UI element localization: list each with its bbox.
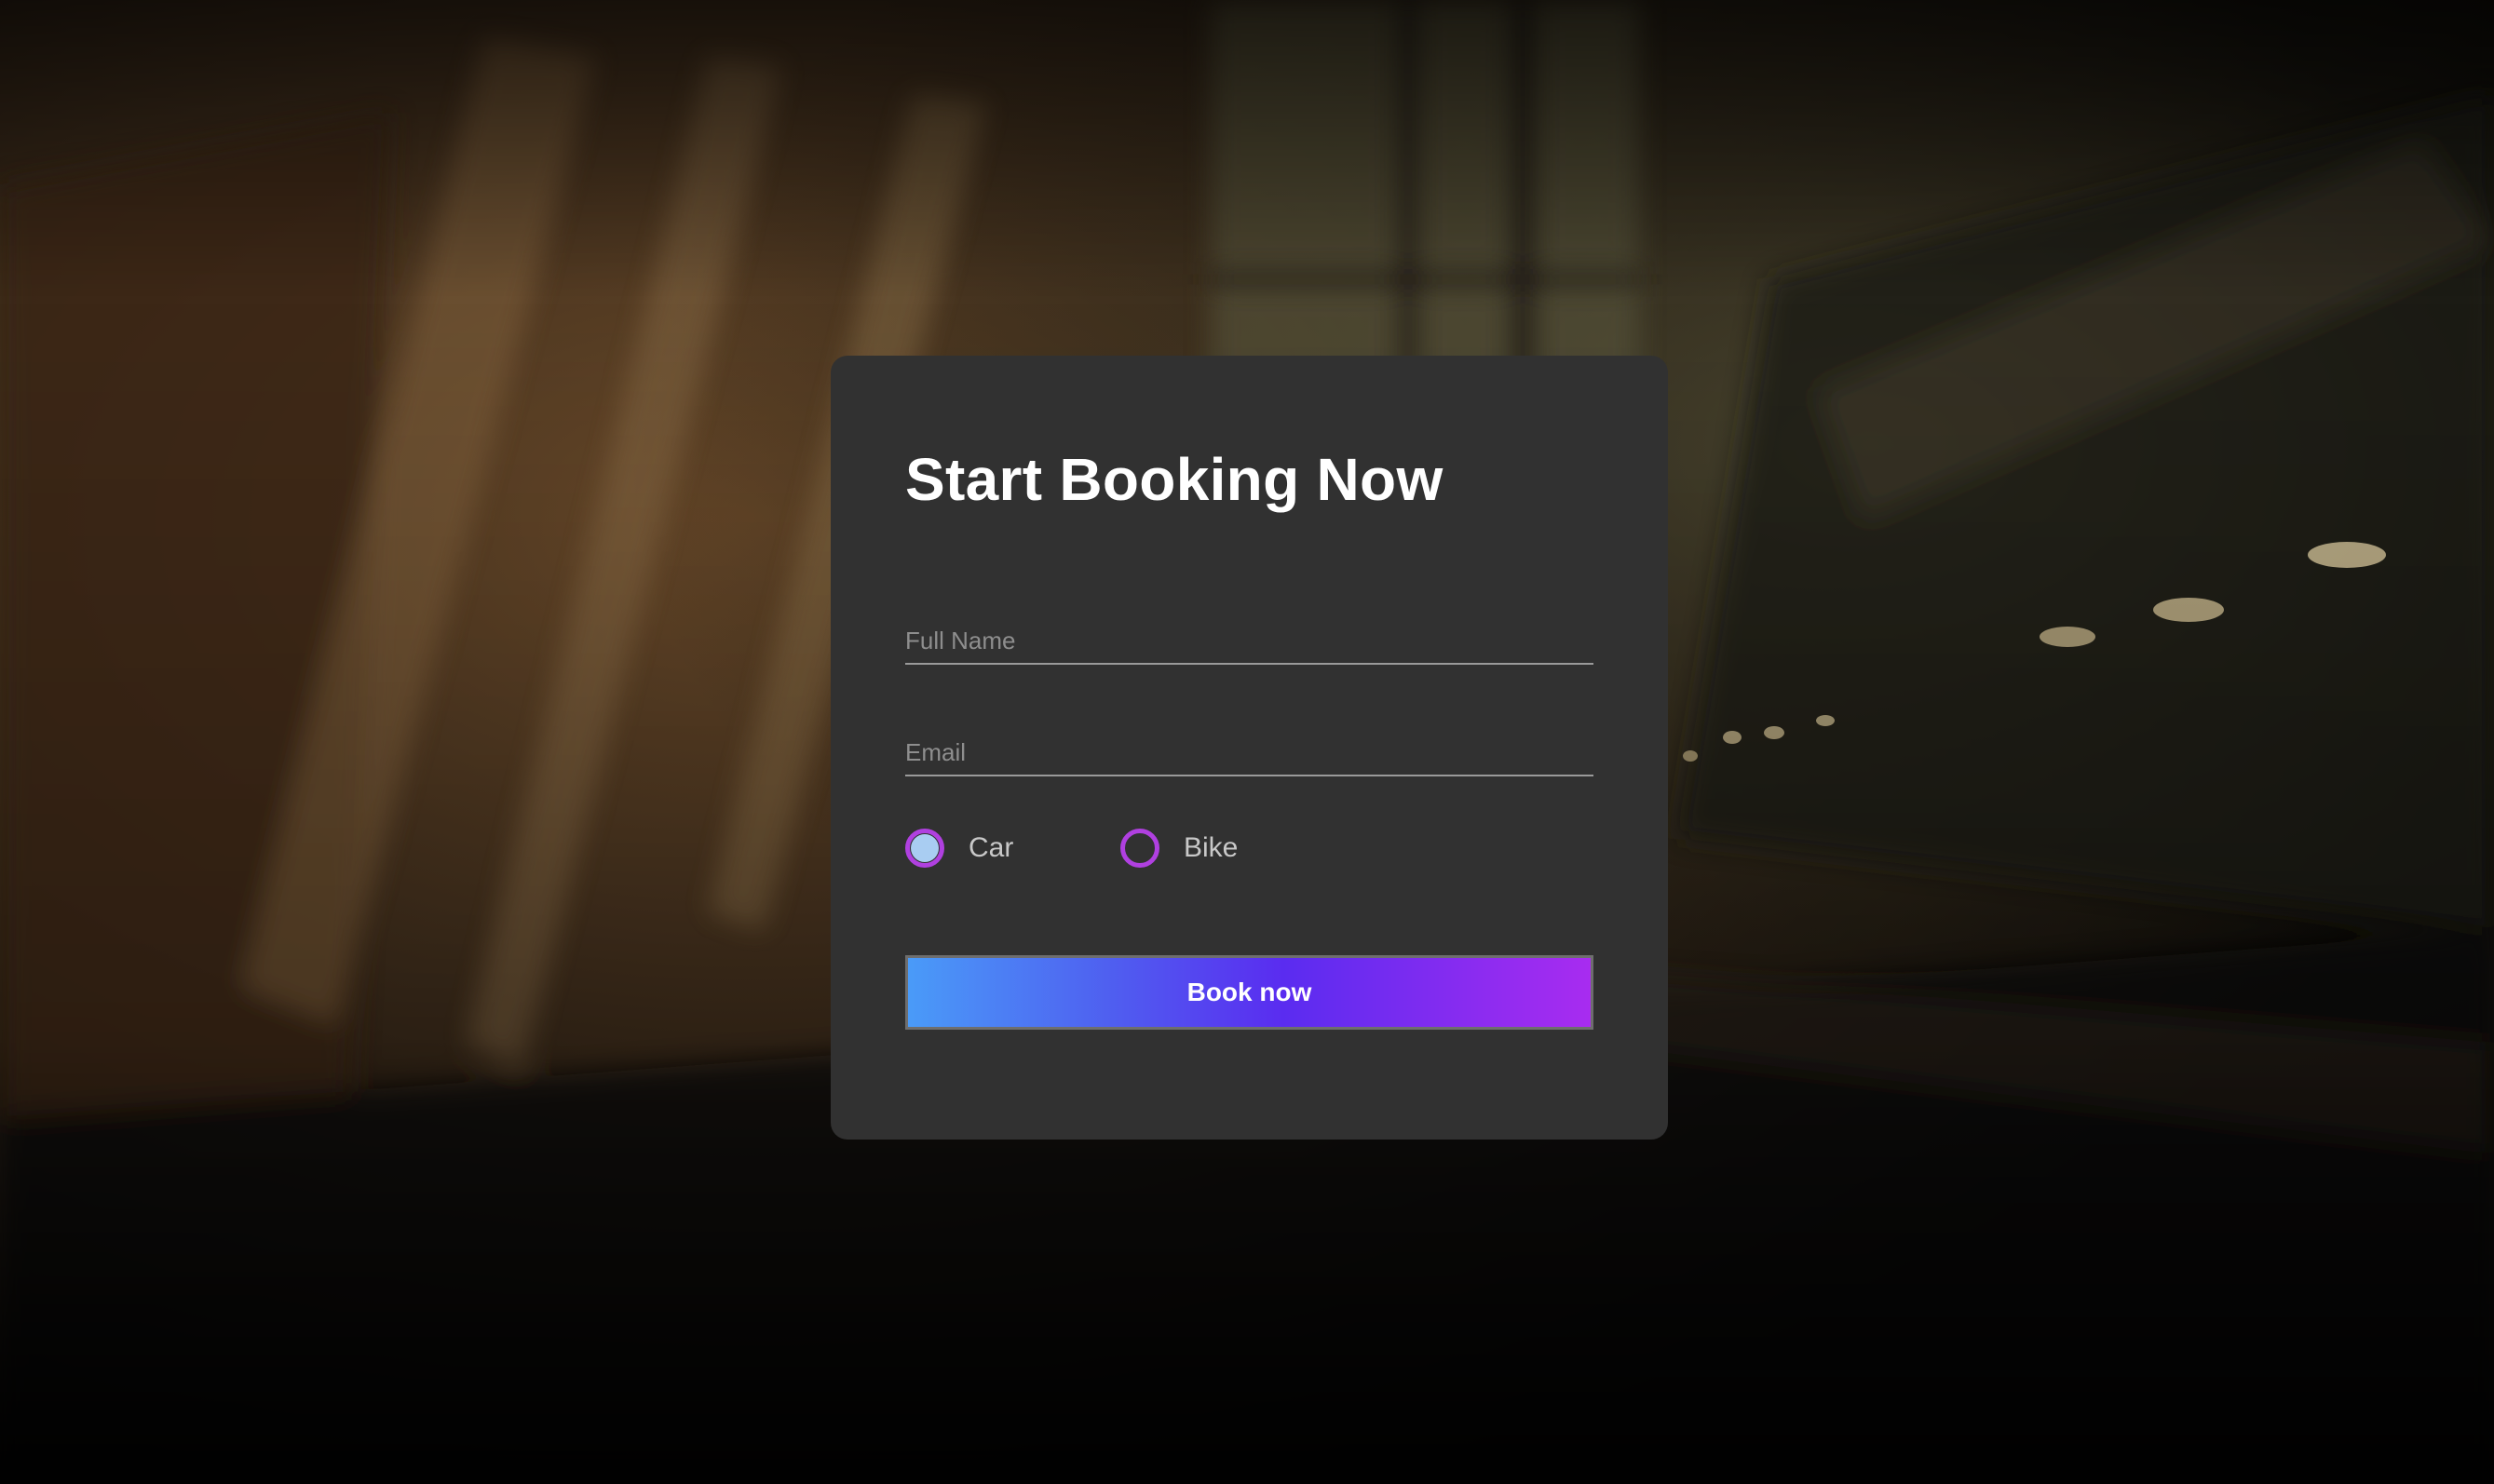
book-now-button[interactable]: Book now — [905, 955, 1593, 1030]
radio-label-car: Car — [969, 832, 1014, 863]
radio-unselected-icon[interactable] — [1120, 829, 1159, 868]
full-name-input[interactable] — [905, 618, 1593, 665]
vehicle-radio-car[interactable]: Car — [905, 825, 1013, 871]
form-title: Start Booking Now — [905, 446, 1444, 513]
booking-form-card: Start Booking Now Car Bike Book now — [831, 356, 1668, 1140]
radio-label-bike: Bike — [1184, 832, 1239, 863]
vehicle-radio-bike[interactable]: Bike — [1120, 825, 1238, 871]
email-input[interactable] — [905, 730, 1593, 776]
radio-selected-icon[interactable] — [905, 829, 944, 868]
radio-dot-icon — [911, 834, 939, 862]
